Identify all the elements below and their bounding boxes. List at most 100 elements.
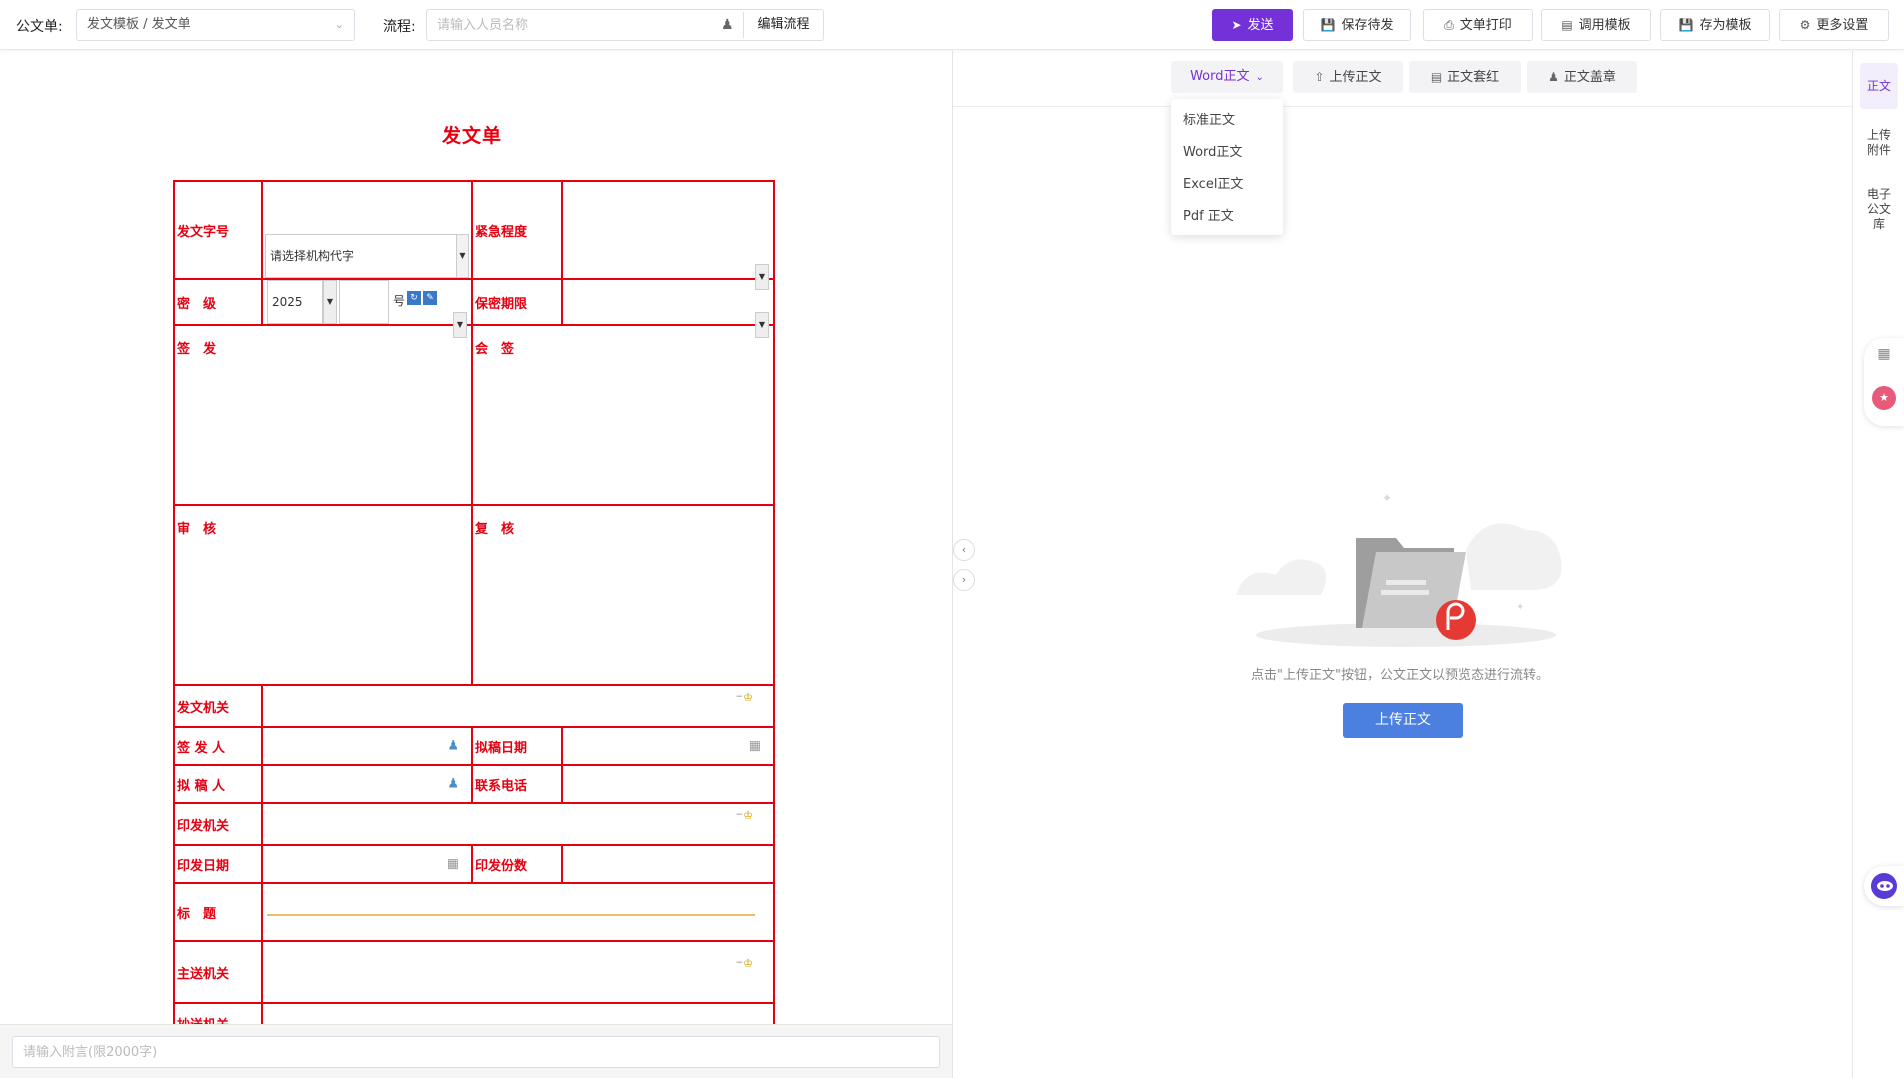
urgency-cell[interactable]: ▼ bbox=[561, 180, 775, 290]
pane-divider[interactable] bbox=[952, 51, 953, 1078]
recheck-area[interactable]: 复 核 bbox=[471, 504, 775, 686]
rail-library[interactable]: 电子 公文 库 bbox=[1860, 187, 1898, 235]
phone-label: 联系电话 bbox=[471, 764, 563, 804]
svg-text:✦: ✦ bbox=[1382, 491, 1392, 505]
tab-upload-body[interactable]: ⇧ 上传正文 bbox=[1293, 61, 1403, 93]
translate-icon[interactable]: ★ bbox=[1872, 386, 1896, 410]
year-caret-icon[interactable]: ▼ bbox=[323, 280, 337, 324]
subject-textarea[interactable] bbox=[267, 914, 755, 916]
draft-date-label: 拟稿日期 bbox=[471, 726, 563, 766]
apps-grid-icon[interactable]: ▦ bbox=[1872, 342, 1896, 366]
tab-word-body[interactable]: Word正文 ⌄ bbox=[1171, 61, 1283, 93]
doc-number-cell: 请选择机构代字 ▼ 2025 ▼ 号 ↻ ✎ bbox=[261, 180, 473, 324]
year-select[interactable]: 2025 bbox=[267, 280, 323, 324]
countersign-label: 会 签 bbox=[475, 342, 515, 357]
top-toolbar: 公文单: 发文模板 / 发文单 ⌄ 流程: ♟ 编辑流程 ➤ 发送 💾 保存待发 ⎙… bbox=[0, 0, 1904, 50]
print-copies-label: 印发份数 bbox=[471, 844, 563, 884]
doc-label: 公文单: bbox=[16, 19, 63, 35]
print-date-cell[interactable]: ▦ bbox=[261, 844, 473, 884]
expand-right-icon[interactable]: › bbox=[953, 569, 975, 591]
collapse-left-icon[interactable]: ‹ bbox=[953, 539, 975, 561]
tab-seal[interactable]: ♟ 正文盖章 bbox=[1527, 61, 1637, 93]
calendar-icon[interactable]: ▦ bbox=[447, 857, 459, 872]
save-pending-button[interactable]: 💾 保存待发 bbox=[1303, 9, 1411, 41]
print-org-label: 印发机关 bbox=[173, 802, 263, 846]
use-template-button[interactable]: ▤ 调用模板 bbox=[1541, 9, 1651, 41]
save-template-button[interactable]: 💾 存为模板 bbox=[1660, 9, 1770, 41]
rail-body[interactable]: 正文 bbox=[1860, 63, 1898, 109]
send-label: 发送 bbox=[1247, 18, 1274, 33]
doc-template-value: 发文模板 / 发文单 bbox=[87, 17, 191, 32]
print-org-cell[interactable]: − ♔ bbox=[261, 802, 775, 846]
upload-body-button[interactable]: 上传正文 bbox=[1343, 703, 1463, 738]
flow-person-input[interactable] bbox=[437, 10, 697, 40]
year-value: 2025 bbox=[272, 295, 303, 309]
refresh-icon[interactable]: ↻ bbox=[407, 291, 421, 305]
save-icon: 💾 bbox=[1678, 18, 1694, 32]
review-label: 审 核 bbox=[177, 522, 217, 537]
sign-issue-area[interactable]: 签 发 bbox=[173, 324, 473, 506]
tab-redhead[interactable]: ▤ 正文套红 bbox=[1409, 61, 1521, 93]
edit-icon[interactable]: ✎ bbox=[423, 291, 437, 305]
tab-word-label: Word正文 bbox=[1190, 69, 1250, 84]
more-settings-button[interactable]: ⚙ 更多设置 bbox=[1779, 9, 1889, 41]
calendar-icon[interactable]: ▦ bbox=[749, 739, 761, 754]
print-button[interactable]: ⎙ 文单打印 bbox=[1423, 9, 1533, 41]
main-recipient-cell[interactable]: − ♔ bbox=[261, 940, 775, 1004]
print-copies-cell[interactable] bbox=[561, 844, 775, 884]
doc-number-input[interactable] bbox=[339, 280, 389, 324]
secret-level-label: 密 级 bbox=[173, 278, 263, 326]
save-pending-label: 保存待发 bbox=[1341, 18, 1394, 33]
org-code-select[interactable]: 请选择机构代字 ▼ bbox=[265, 234, 469, 278]
secret-period-cell[interactable]: ▼ bbox=[561, 278, 775, 338]
caret-down-icon[interactable]: ▼ bbox=[453, 312, 467, 338]
subject-cell bbox=[261, 882, 775, 942]
edit-flow-button[interactable]: 编辑流程 bbox=[743, 12, 823, 38]
org-picker-icon[interactable]: ♔ bbox=[743, 691, 753, 704]
sign-issue-label: 签 发 bbox=[177, 342, 217, 357]
tab-redhead-label: 正文套红 bbox=[1447, 70, 1500, 85]
dropdown-option-excel[interactable]: Excel正文 bbox=[1171, 169, 1283, 201]
ai-assistant-icon[interactable] bbox=[1864, 866, 1904, 906]
send-button[interactable]: ➤ 发送 bbox=[1212, 9, 1293, 41]
rail-attachment[interactable]: 上传 附件 bbox=[1860, 128, 1898, 162]
caret-down-icon[interactable]: ▼ bbox=[755, 264, 769, 290]
attachment-note-input[interactable] bbox=[12, 1036, 940, 1068]
org-picker-icon[interactable]: ♔ bbox=[743, 957, 753, 970]
gear-icon: ⚙ bbox=[1799, 18, 1811, 32]
attachment-note-bar bbox=[0, 1024, 952, 1078]
save-template-label: 存为模板 bbox=[1699, 18, 1752, 33]
review-area[interactable]: 审 核 bbox=[173, 504, 473, 686]
phone-cell[interactable] bbox=[561, 764, 775, 804]
form-pane: 发文单 发文字号 请选择机构代字 ▼ 2025 ▼ 号 ↻ ✎ 紧急程度 ▼ 密… bbox=[0, 51, 952, 1024]
person-icon[interactable]: ♟ bbox=[447, 739, 459, 754]
dropdown-option-standard[interactable]: 标准正文 bbox=[1171, 105, 1283, 137]
dispatch-form: 发文字号 请选择机构代字 ▼ 2025 ▼ 号 ↻ ✎ 紧急程度 ▼ 密 级 ▼… bbox=[173, 180, 775, 1024]
cloud-upload-icon: ⇧ bbox=[1314, 70, 1325, 84]
template-icon: ▤ bbox=[1561, 18, 1573, 32]
signer-cell[interactable]: ♟ bbox=[261, 726, 473, 766]
urgency-label: 紧急程度 bbox=[471, 180, 563, 280]
recheck-label: 复 核 bbox=[475, 522, 515, 537]
cc-org-cell[interactable] bbox=[261, 1002, 775, 1024]
drafter-cell[interactable]: ♟ bbox=[261, 764, 473, 804]
draft-date-cell[interactable]: ▦ bbox=[561, 726, 775, 766]
doc-template-select[interactable]: 发文模板 / 发文单 ⌄ bbox=[76, 9, 355, 41]
print-date-label: 印发日期 bbox=[173, 844, 263, 884]
org-picker-icon[interactable]: ♔ bbox=[743, 809, 753, 822]
form-title: 发文单 bbox=[441, 125, 502, 147]
tab-seal-label: 正文盖章 bbox=[1563, 70, 1616, 85]
signer-label: 签 发 人 bbox=[173, 726, 263, 766]
dropdown-option-pdf[interactable]: Pdf 正文 bbox=[1171, 201, 1283, 233]
caret-down-icon: ▼ bbox=[456, 235, 468, 277]
person-icon[interactable]: ♟ bbox=[447, 777, 459, 792]
flow-label: 流程: bbox=[383, 19, 416, 35]
issuing-org-cell[interactable]: − ♔ bbox=[261, 684, 775, 728]
number-suffix: 号 bbox=[393, 294, 406, 308]
user-icon[interactable]: ♟ bbox=[721, 17, 734, 33]
resize-handle-icon: − bbox=[735, 810, 743, 820]
subject-label: 标 题 bbox=[173, 882, 263, 942]
caret-down-icon[interactable]: ▼ bbox=[755, 312, 769, 338]
dropdown-option-word[interactable]: Word正文 bbox=[1171, 137, 1283, 169]
countersign-area[interactable]: 会 签 bbox=[471, 324, 775, 506]
